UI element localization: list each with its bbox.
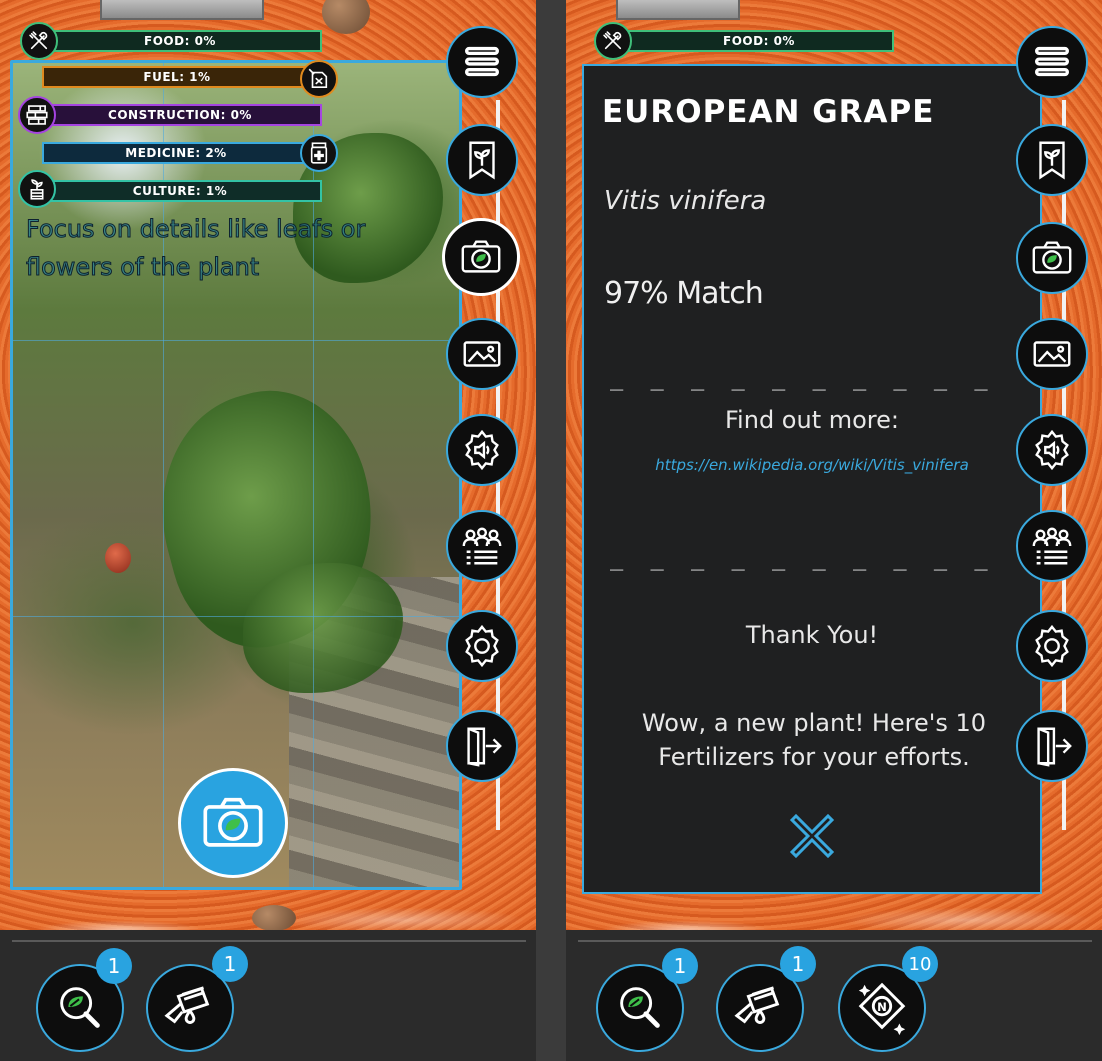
rock (252, 905, 296, 931)
culture-bar: CULTURE: 1% (38, 180, 322, 202)
sound-settings-button[interactable] (446, 414, 518, 486)
watering-can-icon (731, 979, 789, 1037)
community-button[interactable] (1016, 510, 1088, 582)
sound-settings-button[interactable] (1016, 414, 1088, 486)
camera-tab-button[interactable] (1016, 222, 1088, 294)
grid-line (13, 340, 459, 341)
exit-door-icon (1029, 723, 1075, 769)
camera-leaf-icon (1029, 235, 1075, 281)
herbarium-button[interactable] (1016, 124, 1088, 196)
bookmark-plant-icon (459, 137, 505, 183)
sound-settings-icon (459, 427, 505, 473)
construction-label: CONSTRUCTION: 0% (108, 108, 252, 122)
medicine-bar: MEDICINE: 2% (42, 142, 310, 164)
magnifier-leaf-icon (51, 979, 109, 1037)
fertilizer-bag-icon (853, 979, 911, 1037)
medicine-bottle-icon (300, 134, 338, 172)
menu-button[interactable] (1016, 26, 1088, 98)
community-icon (459, 523, 505, 569)
item-count-badge: 1 (780, 946, 816, 982)
fuel-label: FUEL: 1% (143, 70, 211, 84)
herbarium-button[interactable] (446, 124, 518, 196)
fuel-bar: FUEL: 1% (42, 66, 312, 88)
gear-icon (459, 623, 505, 669)
focus-hint: Focus on details like leafs or flowers o… (26, 215, 366, 282)
identification-result-card: EUROPEAN GRAPE Vitis vinifera 97% Match … (582, 64, 1042, 894)
plant-scientific-name: Vitis vinifera (604, 186, 767, 216)
watering-can-icon (161, 979, 219, 1037)
camera-screen: FOOD: 0% FUEL: 1% CONSTRUCTION: 0% MEDIC… (0, 0, 536, 1061)
hamburger-menu-icon (1029, 39, 1075, 85)
fork-knife-icon (594, 22, 632, 60)
gallery-image-icon (459, 331, 505, 377)
screen-divider (536, 0, 566, 1061)
food-bar: FOOD: 0% (38, 30, 322, 52)
exit-door-icon (459, 723, 505, 769)
food-label: FOOD: 0% (723, 34, 795, 48)
camera-tab-button[interactable] (442, 218, 520, 296)
construction-bar: CONSTRUCTION: 0% (38, 104, 322, 126)
camera-leaf-icon (458, 234, 504, 280)
settings-button[interactable] (1016, 610, 1088, 682)
find-out-more-label: Find out more: (725, 406, 899, 434)
close-icon[interactable] (782, 806, 842, 866)
gear-icon (1029, 623, 1075, 669)
settings-button[interactable] (446, 610, 518, 682)
camera-leaf-icon (198, 788, 268, 858)
gallery-button[interactable] (446, 318, 518, 390)
wikipedia-link[interactable]: https://en.wikipedia.org/wiki/Vitis_vini… (584, 456, 1040, 474)
item-count-badge: 1 (212, 946, 248, 982)
food-bar: FOOD: 0% (624, 30, 894, 52)
habitat-module (616, 0, 740, 20)
hamburger-menu-icon (459, 39, 505, 85)
medicine-label: MEDICINE: 2% (125, 146, 227, 160)
divider: _ _ _ _ _ _ _ _ _ _ _ _ _ _ (610, 366, 1010, 391)
gallery-image-icon (1029, 331, 1075, 377)
thank-you-text: Thank You! (745, 621, 879, 649)
food-label: FOOD: 0% (144, 34, 216, 48)
fork-knife-icon (20, 22, 58, 60)
community-button[interactable] (446, 510, 518, 582)
exit-button[interactable] (1016, 710, 1088, 782)
plant-common-name: EUROPEAN GRAPE (602, 94, 935, 130)
divider: _ _ _ _ _ _ _ _ _ _ _ _ _ _ (610, 546, 1010, 571)
item-count-badge: 1 (662, 948, 698, 984)
culture-label: CULTURE: 1% (132, 184, 228, 198)
item-count-badge: 1 (96, 948, 132, 984)
habitat-module (100, 0, 264, 20)
menu-button[interactable] (446, 26, 518, 98)
fruit (105, 543, 131, 573)
reward-message: Wow, a new plant! Here's 10 Fertilizers … (641, 709, 987, 771)
gallery-button[interactable] (1016, 318, 1088, 390)
bricks-icon (18, 96, 56, 134)
magnifier-leaf-icon (611, 979, 669, 1037)
fuel-can-icon (300, 60, 338, 98)
exit-button[interactable] (446, 710, 518, 782)
sound-settings-icon (1029, 427, 1075, 473)
result-screen: FOOD: 0% EUROPEAN GRAPE Vitis vinifera 9… (566, 0, 1102, 1061)
match-percentage: 97% Match (604, 276, 764, 311)
potted-plant-icon (18, 170, 56, 208)
capture-button[interactable] (178, 768, 288, 878)
item-count-badge: 10 (902, 946, 938, 982)
grid-line (13, 616, 459, 617)
community-icon (1029, 523, 1075, 569)
bookmark-plant-icon (1029, 137, 1075, 183)
